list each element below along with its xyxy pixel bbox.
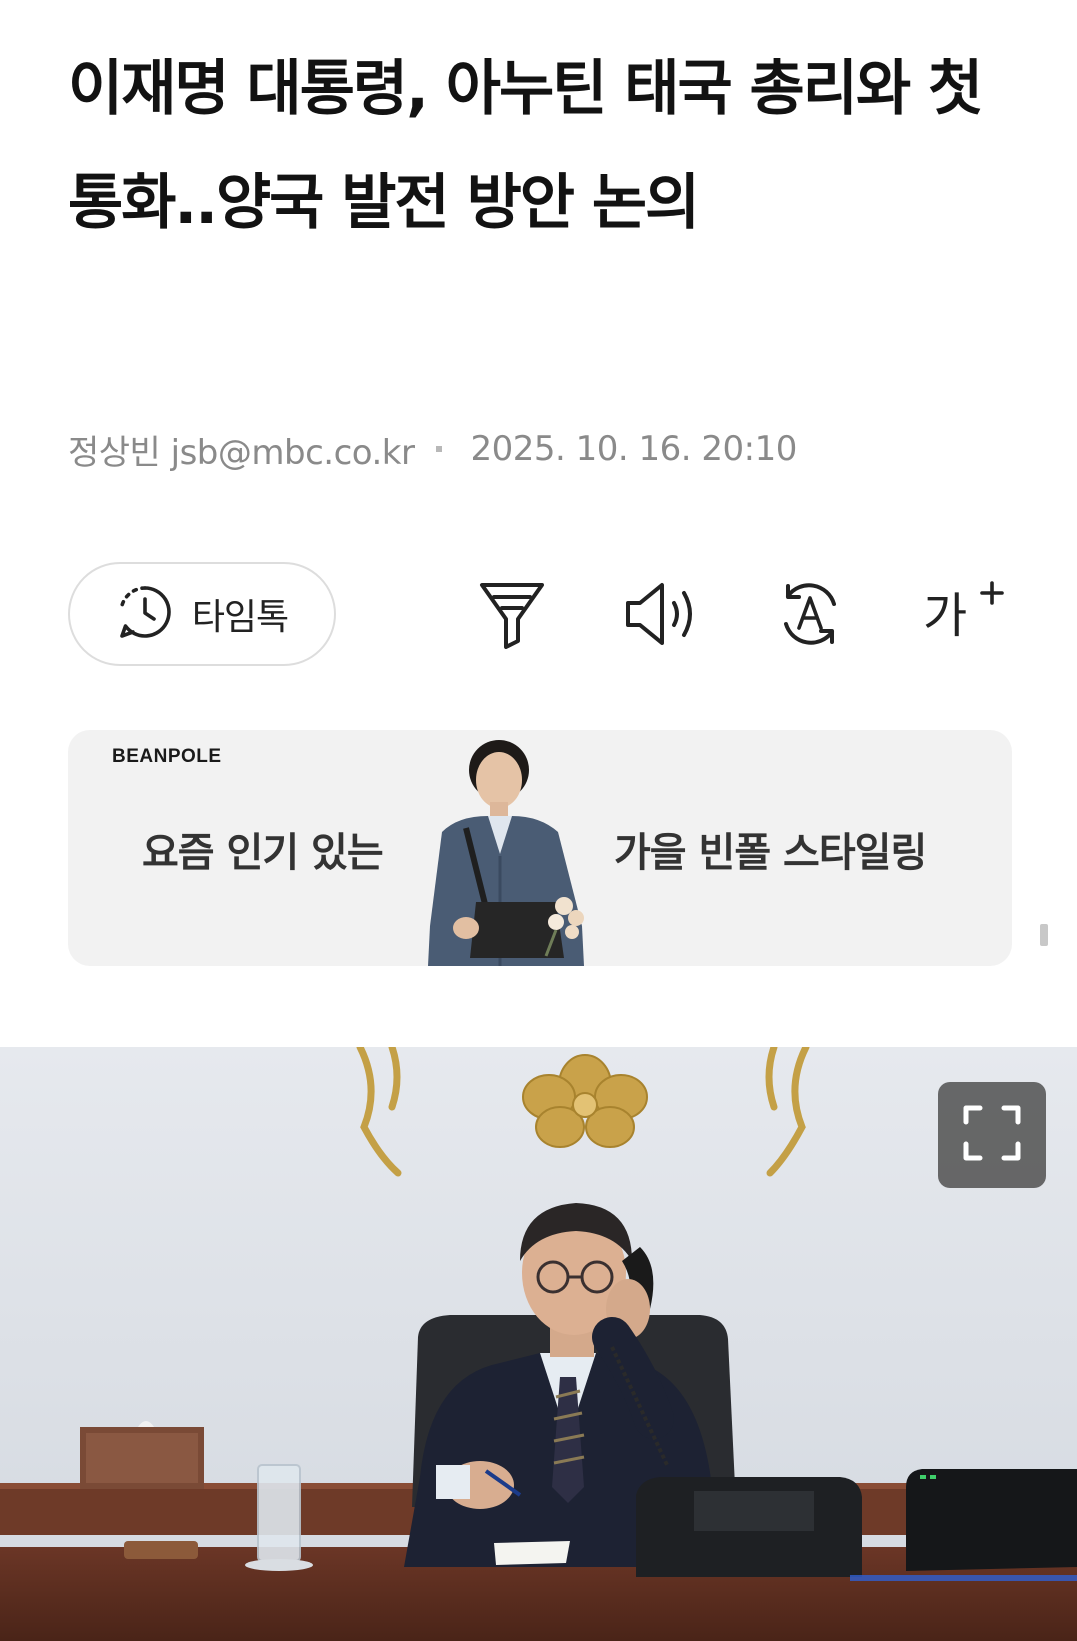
scroll-indicator	[1040, 924, 1048, 946]
read-aloud-button[interactable]	[622, 578, 698, 654]
filter-button[interactable]	[474, 578, 550, 654]
article-headline: 이재명 대통령, 아누틴 태국 총리와 첫 통화..양국 발전 방안 논의	[68, 54, 983, 238]
clock-chat-icon	[116, 583, 174, 645]
ad-banner[interactable]: BEANPOLE 요즘 인기 있는 가을 빈폴 스타일링	[68, 730, 1012, 966]
ad-text-right: 가을 빈폴 스타일링	[614, 830, 927, 876]
timetalk-button[interactable]: 타임톡	[68, 562, 336, 666]
separator-dot	[436, 446, 443, 452]
article-byline: 정상빈 jsb@mbc.co.kr 2025. 10. 16. 20:10	[68, 424, 797, 474]
ad-brand-logo: BEANPOLE	[112, 746, 222, 767]
article-toolbar: 타임톡 가	[0, 560, 1077, 670]
article-photo[interactable]	[0, 1047, 1077, 1641]
author-info[interactable]: 정상빈 jsb@mbc.co.kr	[68, 425, 415, 474]
translate-icon	[774, 578, 846, 654]
ad-text-left: 요즘 인기 있는	[142, 830, 384, 876]
filter-icon	[478, 579, 546, 653]
ad-model-image	[406, 736, 606, 966]
fullscreen-button[interactable]	[938, 1082, 1046, 1188]
timetalk-label: 타임톡	[191, 597, 289, 638]
font-size-button[interactable]: 가	[918, 578, 1008, 654]
publish-datetime: 2025. 10. 16. 20:10	[470, 429, 797, 469]
translate-button[interactable]	[772, 578, 848, 654]
font-size-icon: 가	[921, 580, 1005, 652]
fullscreen-icon	[962, 1104, 1022, 1166]
speaker-icon	[622, 581, 698, 651]
